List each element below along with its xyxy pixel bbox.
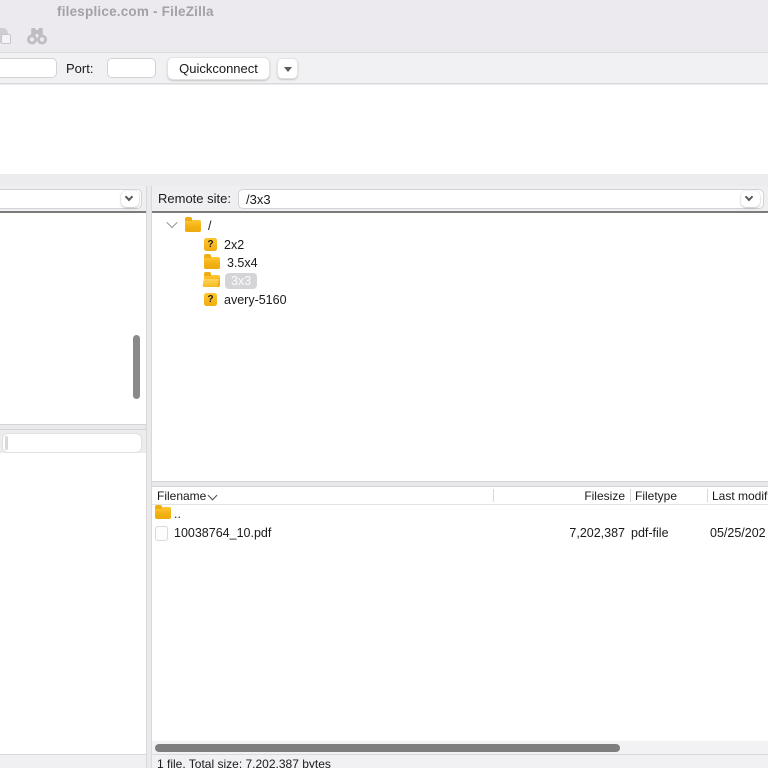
folder-icon — [155, 504, 171, 519]
file-size: 7,202,387 — [569, 526, 625, 540]
local-status-bar — [0, 754, 146, 768]
column-header-filetype[interactable]: Filetype — [635, 489, 677, 503]
tree-item-3.5x4[interactable]: 3.5x4 — [152, 253, 768, 272]
folder-question-icon: ? — [204, 238, 217, 251]
local-filelist-header — [2, 433, 142, 453]
tree-item-label[interactable]: 2x2 — [224, 238, 244, 252]
folder-icon — [185, 217, 201, 232]
tree-item-label[interactable]: / — [208, 219, 211, 233]
quickconnect-dropdown-button[interactable] — [277, 58, 298, 79]
tree-item-root[interactable]: / — [152, 216, 768, 235]
sync-browsing-icon-badge — [1, 34, 11, 44]
window-titlebar: filesplice.com - FileZilla — [0, 0, 768, 52]
tree-item-2x2[interactable]: ? 2x2 — [152, 235, 768, 254]
horizontal-scrollbar-thumb[interactable] — [155, 743, 620, 752]
quickconnect-button[interactable]: Quickconnect — [167, 57, 270, 80]
column-header-lastmodified[interactable]: Last modif — [712, 489, 767, 503]
chevron-expanded-icon[interactable] — [166, 216, 178, 229]
tree-item-avery-5160[interactable]: ? avery-5160 — [152, 290, 768, 309]
message-log-area — [0, 85, 768, 174]
file-row-parent-dir[interactable]: .. — [152, 504, 768, 524]
dropdown-triangle-icon — [284, 67, 292, 72]
tree-item-3x3-selected[interactable]: 3x3 — [152, 271, 768, 290]
horizontal-scrollbar-track[interactable] — [152, 741, 768, 754]
file-list-header: Filename Filesize Filetype Last modif — [152, 487, 768, 505]
text-caret — [5, 436, 8, 450]
chevron-down-icon — [744, 192, 754, 202]
column-header-filesize[interactable]: Filesize — [493, 489, 625, 503]
local-pane-splitter[interactable] — [0, 424, 146, 430]
folder-open-icon — [204, 272, 220, 287]
remote-file-list: Filename Filesize Filetype Last modif ..… — [152, 487, 768, 741]
tree-item-label-selected[interactable]: 3x3 — [225, 272, 258, 289]
remote-directory-tree: / ? 2x2 3.5x4 3x3 ? avery-5160 — [152, 213, 768, 481]
column-header-filename[interactable]: Filename — [157, 489, 206, 503]
remote-status-text: 1 file. Total size: 7,202,387 bytes — [157, 757, 331, 768]
remote-pane: Remote site: / ? 2x2 3.5x4 3x3 ? avery-5… — [152, 186, 768, 768]
local-pane — [0, 186, 146, 768]
file-name[interactable]: .. — [174, 507, 181, 521]
port-input[interactable] — [107, 58, 156, 78]
file-row-pdf[interactable]: 10038764_10.pdf 7,202,387 pdf-file 05/25… — [152, 524, 768, 543]
local-tree-scrollbar[interactable] — [133, 335, 140, 399]
column-divider[interactable] — [630, 489, 631, 502]
remote-site-row: Remote site: — [152, 186, 768, 211]
window-title: filesplice.com - FileZilla — [57, 4, 214, 19]
file-name[interactable]: 10038764_10.pdf — [174, 526, 271, 540]
column-divider[interactable] — [707, 489, 708, 502]
filter-icon[interactable] — [25, 26, 49, 47]
local-directory-tree[interactable] — [0, 213, 146, 424]
remote-status-bar: 1 file. Total size: 7,202,387 bytes — [152, 754, 768, 768]
sort-descending-icon — [207, 490, 218, 501]
remote-site-dropdown-button[interactable] — [741, 191, 760, 207]
local-site-row — [0, 186, 146, 211]
local-site-dropdown-button[interactable] — [121, 191, 139, 207]
remote-site-input[interactable] — [238, 189, 764, 209]
binoculars-icon — [27, 28, 47, 45]
quickconnect-bar: Port: Quickconnect — [0, 52, 768, 84]
folder-icon — [204, 254, 220, 269]
host-input[interactable] — [0, 58, 57, 78]
port-label: Port: — [66, 61, 94, 76]
file-type: pdf-file — [631, 526, 669, 540]
file-icon — [155, 526, 168, 541]
tree-item-label[interactable]: avery-5160 — [224, 293, 287, 307]
sync-browsing-icon[interactable] — [0, 26, 15, 46]
file-last-modified: 05/25/202 — [710, 526, 766, 540]
chevron-down-icon — [124, 192, 133, 202]
remote-site-label: Remote site: — [158, 191, 231, 206]
tree-item-label[interactable]: 3.5x4 — [227, 256, 258, 270]
local-file-list[interactable] — [0, 453, 146, 754]
folder-question-icon: ? — [204, 293, 217, 306]
